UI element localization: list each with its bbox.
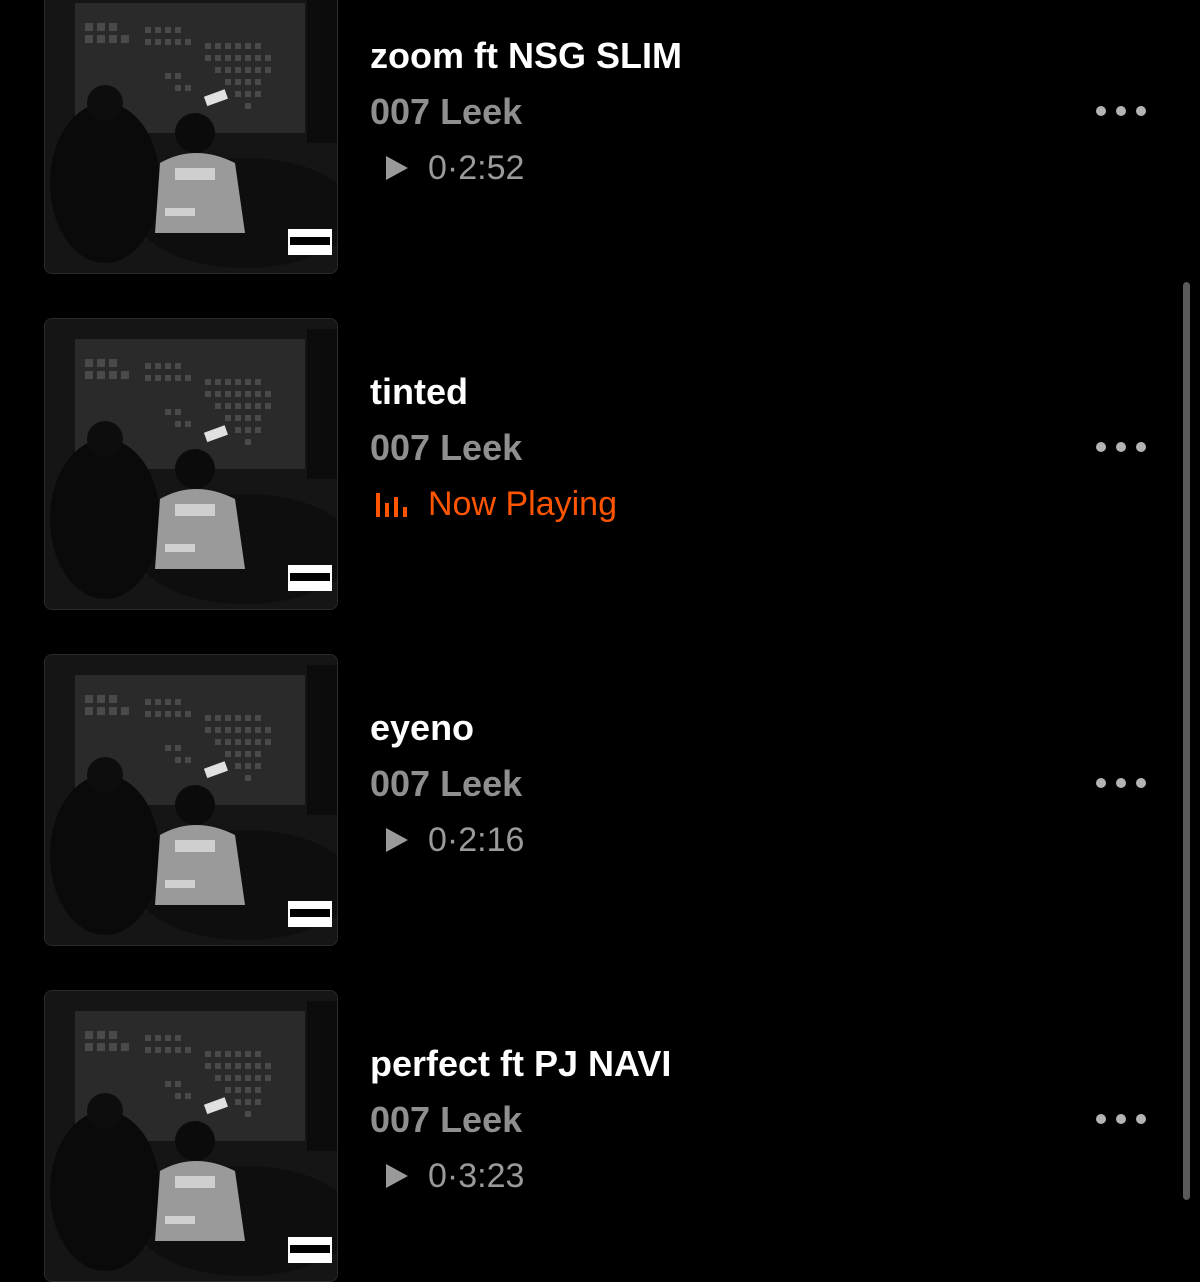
more-options-button[interactable]: [1096, 432, 1146, 462]
track-artist[interactable]: 007 Leek: [370, 1098, 522, 1142]
equalizer-icon: [374, 489, 412, 519]
more-options-icon: [1116, 778, 1126, 788]
play-count: 0·3:23: [428, 1157, 525, 1195]
track-title[interactable]: tinted: [370, 370, 468, 414]
album-artwork-image: [45, 655, 337, 945]
more-options-button[interactable]: [1096, 768, 1146, 798]
more-options-icon: [1096, 778, 1106, 788]
track-row[interactable]: eyeno 007 Leek 0·2:16: [0, 654, 1200, 946]
track-status: 0·2:16: [370, 818, 524, 862]
play-icon: [382, 825, 422, 855]
more-options-icon: [1116, 106, 1126, 116]
album-artwork-image: [45, 0, 337, 273]
track-title[interactable]: eyeno: [370, 706, 474, 750]
more-options-button[interactable]: [1096, 1104, 1146, 1134]
more-options-icon: [1136, 778, 1146, 788]
more-options-icon: [1136, 442, 1146, 452]
track-status: 0·2:52: [370, 146, 524, 190]
track-row[interactable]: tinted 007 Leek Now Playing: [0, 318, 1200, 610]
now-playing-label: Now Playing: [428, 485, 617, 523]
more-options-icon: [1116, 1114, 1126, 1124]
play-count: 0·2:52: [428, 149, 525, 187]
play-icon: [382, 1161, 422, 1191]
more-options-icon: [1096, 106, 1106, 116]
track-title[interactable]: perfect ft PJ NAVI: [370, 1042, 671, 1086]
track-status: 0·3:23: [370, 1154, 524, 1198]
track-status: Now Playing: [370, 482, 617, 526]
track-artist[interactable]: 007 Leek: [370, 90, 522, 134]
more-options-button[interactable]: [1096, 96, 1146, 126]
album-artwork[interactable]: [44, 654, 338, 946]
album-artwork[interactable]: [44, 990, 338, 1282]
more-options-icon: [1096, 1114, 1106, 1124]
track-title[interactable]: zoom ft NSG SLIM: [370, 34, 682, 78]
track-list: zoom ft NSG SLIM 007 Leek 0·2:52 tinted …: [0, 0, 1200, 1282]
more-options-icon: [1116, 442, 1126, 452]
play-count: 0·2:16: [428, 821, 525, 859]
track-artist[interactable]: 007 Leek: [370, 426, 522, 470]
album-artwork-image: [45, 319, 337, 609]
play-icon: [382, 153, 422, 183]
track-info: zoom ft NSG SLIM 007 Leek 0·2:52: [370, 0, 1070, 272]
track-row[interactable]: zoom ft NSG SLIM 007 Leek 0·2:52: [0, 0, 1200, 274]
track-info: perfect ft PJ NAVI 007 Leek 0·3:23: [370, 990, 1070, 1280]
album-artwork[interactable]: [44, 318, 338, 610]
more-options-icon: [1136, 1114, 1146, 1124]
track-info: tinted 007 Leek Now Playing: [370, 318, 1070, 608]
track-row[interactable]: perfect ft PJ NAVI 007 Leek 0·3:23: [0, 990, 1200, 1282]
scrollbar[interactable]: [1183, 282, 1190, 1200]
more-options-icon: [1136, 106, 1146, 116]
more-options-icon: [1096, 442, 1106, 452]
album-artwork-image: [45, 991, 337, 1281]
album-artwork[interactable]: [44, 0, 338, 274]
track-info: eyeno 007 Leek 0·2:16: [370, 654, 1070, 944]
track-artist[interactable]: 007 Leek: [370, 762, 522, 806]
